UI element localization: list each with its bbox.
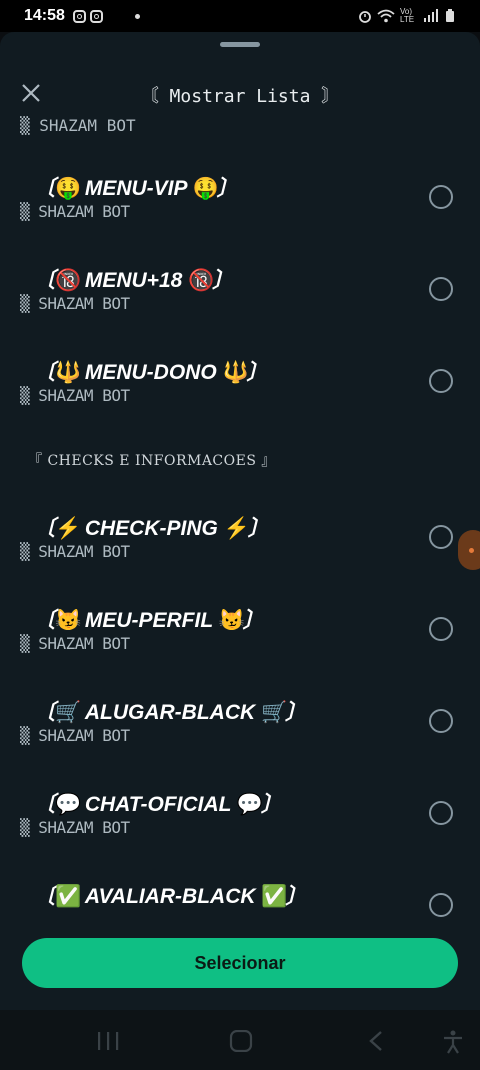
list-item-title: 〔🔞 MENU+18 🔞〕 [34,264,233,294]
wifi-icon [377,9,395,23]
list-item-label: CHAT-OFICIAL [84,793,232,816]
bracket-left: 〔 [34,177,55,200]
radio-unselected-icon[interactable] [429,617,453,641]
bracket-right: 〕 [285,885,307,908]
list-item-title: 〔🔱 MENU-DONO 🔱〕 [34,356,268,386]
bracket-right: 〕 [260,793,282,816]
system-nav-bar [0,1010,480,1070]
battery-icon [446,9,454,22]
list-item-label: MEU-PERFIL [84,609,213,632]
bracket-left: 〔 [34,517,55,540]
bracket-left: 〔 [34,361,55,384]
bracket-right: 〕 [285,701,306,724]
status-notification-icons [72,9,103,23]
instagram-icon [72,9,86,23]
list-item-title: 〔💬 CHAT-OFICIAL 💬〕 [34,788,282,818]
section-heading: 『 CHECKS E INFORMACOES 』 [28,453,276,469]
list-item-label: CHECK-PING [84,517,218,540]
radio-unselected-icon[interactable] [429,801,453,825]
lightning-icon: ⚡ [223,517,250,540]
bracket-left: 〔 [34,793,55,816]
list-item-title: 〔🛒 ALUGAR-BLACK 🛒〕 [34,696,306,726]
speech-bubble-icon: 💬 [236,793,264,816]
list-item-label: MENU-DONO [84,361,217,384]
list-item-title: 〔⚡ CHECK-PING ⚡〕 [34,512,269,542]
list-item-subtitle: ▒ SHAZAM BOT [20,818,130,837]
list-item-subtitle: ▒ SHAZAM BOT [20,542,130,561]
bracket-left: 〔 [34,269,55,292]
smirking-cat-icon: 😼 [218,609,245,632]
list-item-subtitle: ▒ SHAZAM BOT [20,726,130,745]
radio-unselected-icon[interactable] [429,185,453,209]
status-bar: 14:58 Vo) LTE [0,0,480,32]
radio-unselected-icon[interactable] [429,369,453,393]
list-item-title: 〔✅ AVALIAR-BLACK ✅〕 [34,880,306,910]
radio-unselected-icon[interactable] [429,709,453,733]
list-item-label: ALUGAR-BLACK [84,701,256,724]
radio-unselected-icon[interactable] [429,893,453,917]
list-item-subtitle: ▒ SHAZAM BOT [20,116,136,135]
instagram-icon [89,9,103,23]
bracket-right: 〕 [246,361,268,384]
network-type: Vo) LTE [400,7,415,24]
bracket-left: 〔 [34,609,55,632]
alarm-icon [359,11,371,23]
list-item-label: AVALIAR-BLACK [84,885,256,908]
notification-dot-icon [134,13,140,19]
recents-icon[interactable] [96,1030,120,1052]
money-face-icon: 🤑 [55,177,82,200]
signal-icon [424,9,438,22]
check-mark-icon: ✅ [261,885,288,908]
list-item-subtitle: ▒ SHAZAM BOT [20,202,130,221]
radio-unselected-icon[interactable] [429,277,453,301]
smirking-cat-icon: 😼 [55,609,82,632]
status-time: 14:58 [24,7,65,24]
list-item-subtitle: ▒ SHAZAM BOT [20,294,130,313]
list-item-label: MENU+18 [84,269,183,292]
speech-bubble-icon: 💬 [55,793,82,816]
bracket-right: 〕 [216,177,238,200]
no-under-18-icon: 🔞 [188,269,215,292]
home-icon[interactable] [229,1030,253,1052]
select-button[interactable]: Selecionar [22,938,458,988]
sheet-title: 〘 Mostrar Lista 〙 [140,86,340,107]
list-item-label: MENU-VIP [84,177,187,200]
shopping-cart-icon: 🛒 [261,701,288,724]
accessibility-icon[interactable] [442,1030,464,1054]
list-item-subtitle: ▒ SHAZAM BOT [20,634,130,653]
option-list[interactable]: ▒ SHAZAM BOT 〔🤑 MENU-VIP 🤑〕 ▒ SHAZAM BOT… [0,112,480,948]
bracket-right: 〕 [242,609,264,632]
bracket-left: 〔 [34,701,55,724]
lightning-icon: ⚡ [55,517,82,540]
trident-icon: 🔱 [55,361,82,384]
list-bottom-sheet: 〘 Mostrar Lista 〙 ▒ SHAZAM BOT 〔🤑 MENU-V… [0,32,480,1010]
drag-handle[interactable] [220,42,260,47]
list-item-title: 〔😼 MEU-PERFIL 😼〕 [34,604,264,634]
scroll-handle[interactable] [458,530,480,570]
shopping-cart-icon: 🛒 [55,701,82,724]
radio-unselected-icon[interactable] [429,525,453,549]
bracket-right: 〕 [212,269,234,292]
money-face-icon: 🤑 [192,177,219,200]
list-item-title: 〔🤑 MENU-VIP 🤑〕 [34,172,238,202]
trident-icon: 🔱 [222,361,249,384]
bracket-right: 〕 [247,517,269,540]
bracket-left: 〔 [34,885,55,908]
list-item-subtitle: ▒ SHAZAM BOT [20,386,130,405]
check-mark-icon: ✅ [55,885,82,908]
back-icon[interactable] [366,1030,386,1052]
status-right-icons: Vo) LTE [358,8,456,24]
no-under-18-icon: 🔞 [55,269,82,292]
